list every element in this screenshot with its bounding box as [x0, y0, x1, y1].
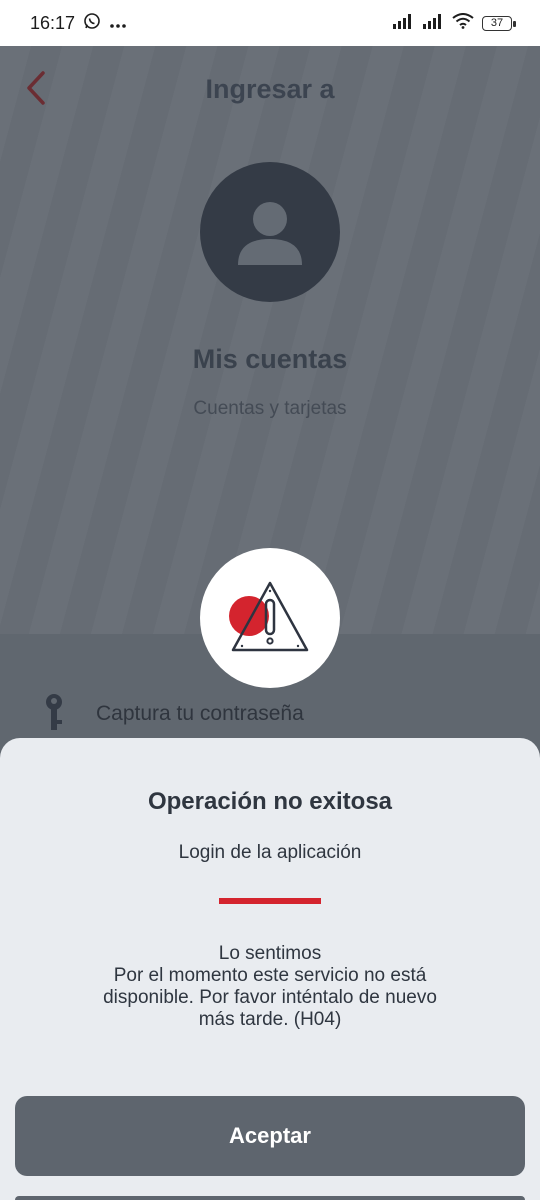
battery-icon: 37	[482, 15, 516, 31]
account-title: Mis cuentas	[192, 344, 348, 374]
message-line: disponible. Por favor inténtalo de nuevo	[103, 987, 437, 1008]
message-line: más tarde. (H04)	[198, 1009, 342, 1030]
signal-icon	[422, 13, 444, 34]
signal-icon	[392, 13, 414, 34]
status-time: 16:17	[30, 12, 76, 33]
status-bar: 16:17 37	[0, 0, 540, 46]
status-left: 16:17	[30, 12, 127, 35]
page-title: Ingresar a	[205, 74, 335, 104]
accent-divider	[219, 898, 321, 904]
message-line: Lo sentimos	[218, 943, 322, 964]
dialog-message: Lo sentimos Por el momento este servicio…	[60, 943, 480, 1031]
error-dialog: Operación no exitosa Login de la aplicac…	[0, 738, 540, 1200]
wifi-icon	[452, 12, 474, 34]
warning-badge	[200, 548, 340, 688]
whatsapp-icon	[83, 12, 101, 35]
account-subtitle: Cuentas y tarjetas	[193, 398, 347, 419]
password-label[interactable]: Captura tu contraseña	[96, 702, 304, 726]
next-button-edge	[15, 1196, 525, 1200]
dialog-title: Operación no exitosa	[147, 788, 393, 815]
message-line: Por el momento este servicio no está	[113, 965, 427, 986]
accept-button[interactable]: Aceptar	[15, 1096, 525, 1176]
battery-level: 37	[490, 16, 504, 29]
key-icon	[40, 692, 68, 732]
more-dots-icon	[109, 13, 127, 34]
warning-icon	[229, 581, 309, 652]
avatar[interactable]	[200, 162, 340, 302]
status-right: 37	[392, 12, 516, 34]
dialog-subtitle: Login de la aplicación	[178, 842, 362, 863]
user-icon	[238, 202, 302, 265]
